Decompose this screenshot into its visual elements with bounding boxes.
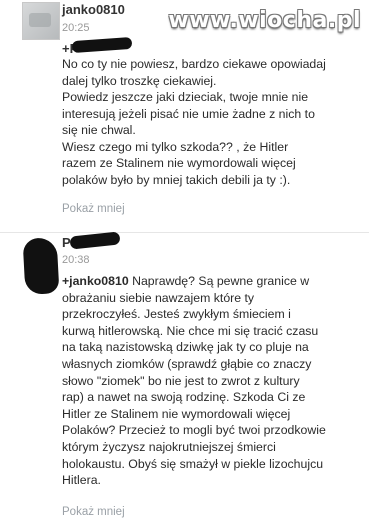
comment-line: No co ty nie powiesz, bardzo ciekawe opo…: [62, 57, 326, 71]
comment-line: przekroczyłeś. Jesteś zwykłym śmieciem i: [62, 307, 291, 322]
comment-line: +janko0810 Naprawdę? Są pewne granice w: [62, 273, 362, 290]
censor-bar: [71, 36, 133, 54]
comment-1: janko0810 20:25 +P No co ty nie powiesz,…: [0, 0, 369, 232]
censor-bar: [69, 231, 121, 250]
comment-line: własnych ziomków (sprawdź głąbie co znac…: [62, 356, 312, 371]
comment-line: holokaustu. Obyś się smażył w piekle liz…: [62, 456, 324, 471]
mention-link[interactable]: +janko0810: [62, 274, 129, 288]
comment-time[interactable]: 20:38: [62, 254, 90, 266]
avatar[interactable]: [22, 237, 60, 295]
comment-line: Hitler ze Stalinem nie wymordowali więce…: [62, 406, 291, 421]
comment-line: razem ze Stalinem nie wymordowali więcej: [62, 156, 296, 170]
comment-body: +janko0810 Naprawdę? Są pewne granice w …: [62, 273, 362, 489]
show-less-link[interactable]: Pokaż mniej: [62, 506, 125, 518]
comment-line: się nie chwal.: [62, 123, 136, 137]
show-less-link[interactable]: Pokaż mniej: [62, 203, 125, 215]
comment-line: słowo "ziomek" bo nie jest to zwrot z ku…: [62, 373, 300, 388]
comment-line: interesują jeżeli pisać nie umie żadne z…: [62, 106, 315, 121]
comment-line: Wiesz czego mi tylko szkoda?? , że Hitle…: [62, 139, 289, 154]
comment-author[interactable]: janko0810: [62, 2, 125, 17]
comment-line: na taką nazistowską dziwkę jak ty co plu…: [62, 340, 309, 355]
comment-line: dalej tylko troszkę ciekawiej.: [62, 73, 217, 88]
comment-body: No co ty nie powiesz, bardzo ciekawe opo…: [62, 56, 362, 188]
comment-line: obrażaniu siebie nawzajem które ty: [62, 290, 255, 305]
comment-line: którym życzysz najokrutniejszej śmierci: [62, 439, 276, 454]
comment-line: polaków było by mniej takich debili ja t…: [62, 172, 291, 187]
watermark-logo: www.wiocha.pl: [168, 8, 361, 33]
comment-time[interactable]: 20:25: [62, 22, 90, 34]
comment-line: Powiedz jeszcze jaki dzieciak, twoje mni…: [62, 90, 309, 104]
comment-line: rap) a nawet na swoją rodzinę. Szkoda Ci…: [62, 390, 306, 405]
avatar[interactable]: [22, 2, 60, 40]
comment-2: P 20:38 +janko0810 Naprawdę? Są pewne gr…: [0, 231, 369, 518]
comment-line: Hitlera.: [62, 473, 101, 488]
comment-text: Naprawdę? Są pewne granice w: [128, 274, 310, 288]
comment-line: Polaków? Przecież to mogli być twoi przo…: [62, 423, 326, 438]
comment-line: kurwą hitlerowską. Nie chce mi się traci…: [62, 323, 319, 338]
